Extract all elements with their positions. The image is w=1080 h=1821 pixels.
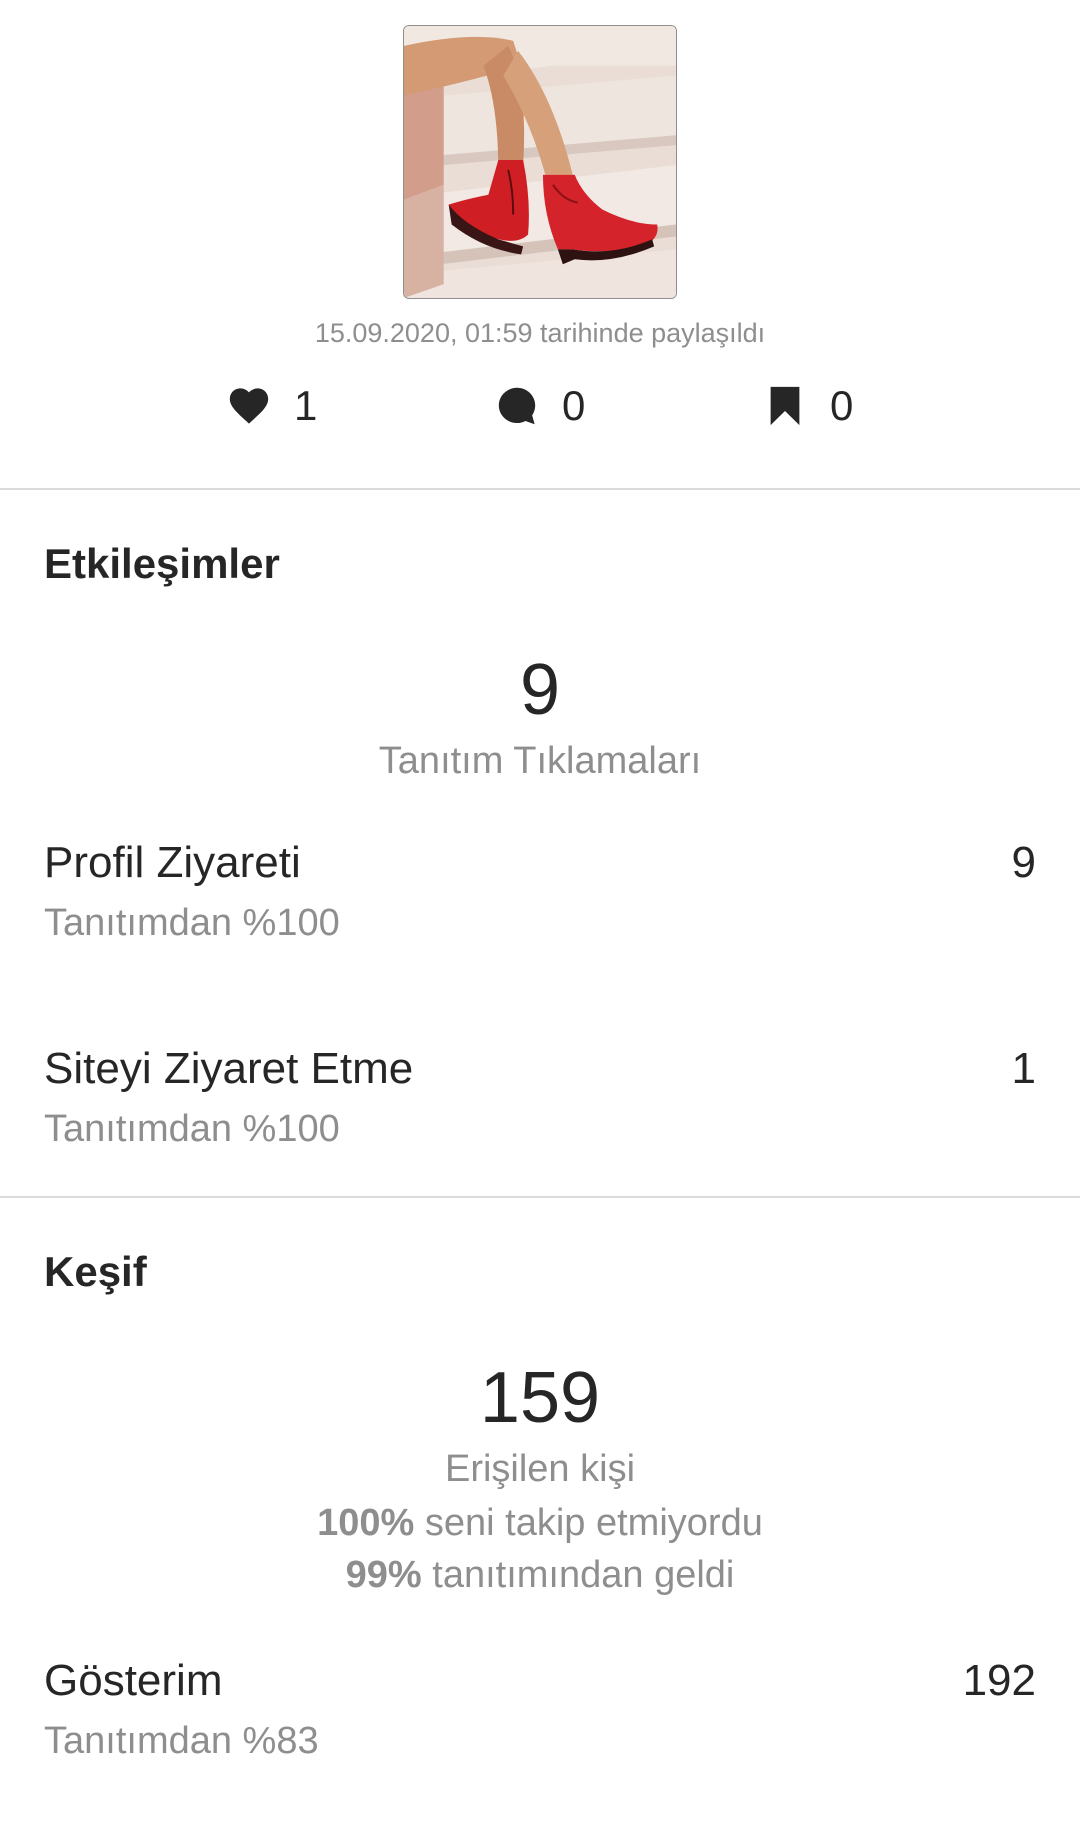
reach-caption: Erişilen kişi (444, 1448, 636, 1490)
interactions-title: Etkileşimler (44, 540, 280, 587)
section-divider (0, 488, 1080, 490)
likes-count: 1 (294, 382, 318, 429)
promo-clicks-total: 9 (519, 650, 561, 730)
not-following-percent: 100% (317, 1502, 415, 1544)
post-thumbnail[interactable] (403, 25, 677, 299)
from-promo-text: tanıtımından geldi (421, 1554, 735, 1596)
impressions-sub: Tanıtımdan %83 (44, 1720, 319, 1762)
profile-visits-value: 9 (1011, 838, 1036, 887)
not-following-text: seni takip etmiyordu (414, 1502, 763, 1544)
website-visits-value: 1 (1011, 1044, 1036, 1093)
heart-icon (229, 388, 269, 424)
from-promo-line: 99% tanıtımından geldi (0, 1554, 1080, 1597)
bookmark-icon (770, 386, 800, 426)
saves-count: 0 (830, 382, 854, 429)
profile-visits-sub: Tanıtımdan %100 (44, 902, 340, 944)
impressions-value: 192 (962, 1656, 1036, 1705)
comments-count: 0 (562, 382, 586, 429)
comments-stat: 0 (494, 378, 585, 434)
impressions-label: Gösterim (44, 1656, 223, 1705)
website-visits-label: Siteyi Ziyaret Etme (44, 1044, 414, 1093)
likes-stat: 1 (226, 378, 317, 434)
discovery-title: Keşif (44, 1248, 147, 1295)
promo-clicks-caption: Tanıtım Tıklamaları (378, 740, 702, 782)
from-promo-percent: 99% (345, 1554, 422, 1596)
comment-icon (498, 387, 536, 425)
section-divider (0, 1196, 1080, 1198)
profile-visits-label: Profil Ziyareti (44, 838, 301, 887)
saves-stat: 0 (762, 378, 853, 434)
shared-date: 15.09.2020, 01:59 tarihinde paylaşıldı (314, 318, 766, 348)
not-following-line: 100% seni takip etmiyordu (0, 1502, 1080, 1545)
post-header: 15.09.2020, 01:59 tarihinde paylaşıldı 1… (0, 0, 1080, 488)
reach-total: 159 (479, 1358, 601, 1438)
post-stats: 1 0 0 (0, 378, 1080, 434)
post-thumbnail-image (404, 26, 676, 298)
website-visits-sub: Tanıtımdan %100 (44, 1108, 340, 1150)
